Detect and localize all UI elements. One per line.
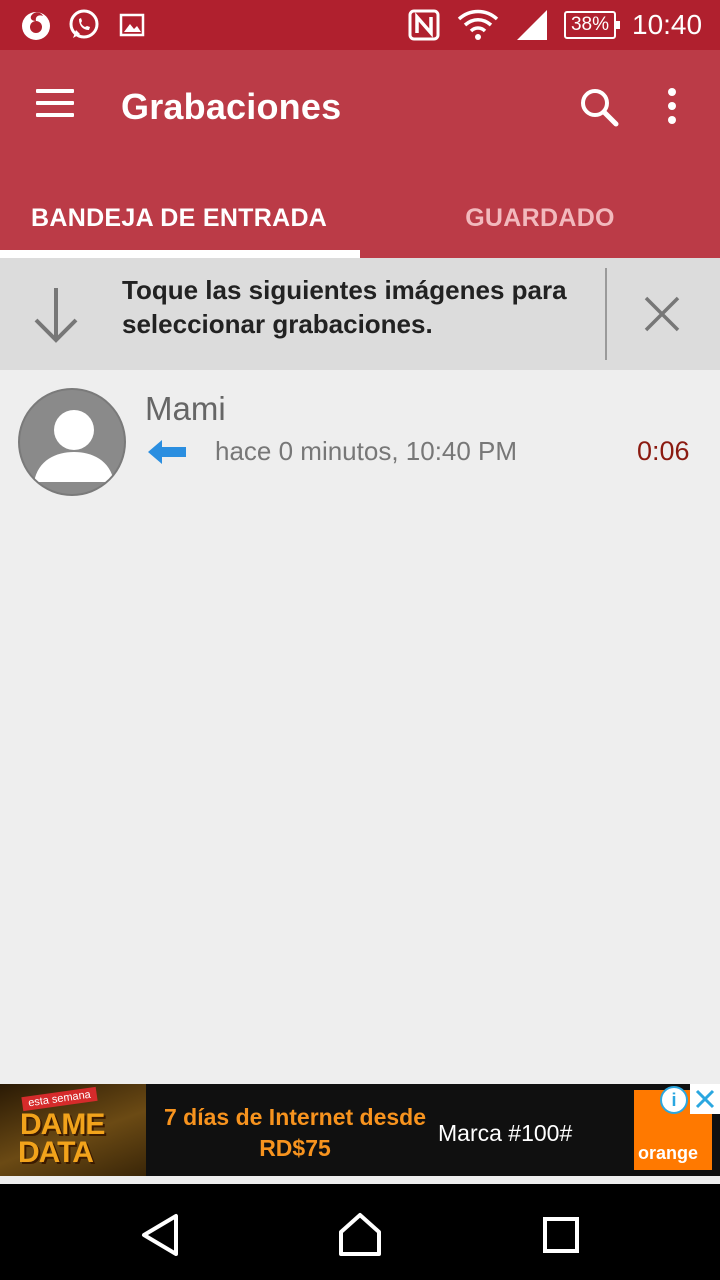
recording-list-item[interactable]: Mami hace 0 minutos, 10:40 PM 0:06 xyxy=(0,370,720,510)
tab-inbox[interactable]: BANDEJA DE ENTRADA xyxy=(0,178,360,258)
whatsapp-icon xyxy=(66,8,102,42)
more-vert-icon xyxy=(668,88,676,124)
gallery-icon xyxy=(118,8,146,42)
recording-duration: 0:06 xyxy=(637,436,690,466)
navigation-bar xyxy=(0,1184,720,1280)
hint-banner: Toque las siguientes imágenes para selec… xyxy=(0,258,720,370)
ad-spacer xyxy=(0,1176,720,1184)
ad-tagline[interactable]: Marca #100# xyxy=(438,1120,572,1147)
ad-promo-line2: DATA xyxy=(18,1136,94,1169)
incoming-call-arrow-icon xyxy=(146,438,188,466)
close-icon xyxy=(695,1089,715,1109)
recents-button[interactable] xyxy=(536,1210,586,1260)
search-button[interactable] xyxy=(576,84,626,130)
nfc-icon xyxy=(406,8,442,42)
status-bar: 38% 10:40 xyxy=(0,0,720,50)
tab-saved[interactable]: GUARDADO xyxy=(360,178,720,258)
back-icon xyxy=(142,1214,178,1256)
tab-indicator xyxy=(0,250,360,258)
ad-banner[interactable]: esta semana DAME DATA 7 días de Internet… xyxy=(0,1084,720,1176)
home-button[interactable] xyxy=(335,1210,385,1260)
dismiss-hint-button[interactable] xyxy=(640,292,684,336)
menu-button[interactable] xyxy=(32,86,80,126)
contact-name: Mami xyxy=(145,390,226,427)
firefox-icon xyxy=(18,8,54,42)
divider xyxy=(605,268,607,360)
more-options-button[interactable] xyxy=(656,84,688,130)
recents-icon xyxy=(543,1217,579,1253)
page-title: Grabaciones xyxy=(121,86,342,127)
ad-close-button[interactable] xyxy=(690,1084,720,1114)
home-icon xyxy=(339,1213,381,1256)
close-icon xyxy=(644,296,680,332)
ad-brand-name: orange xyxy=(638,1143,699,1163)
arrow-down-icon xyxy=(30,284,82,346)
wifi-icon xyxy=(456,8,500,42)
ad-info-icon[interactable]: i xyxy=(660,1086,688,1114)
clock: 10:40 xyxy=(632,9,703,40)
app-bar: Grabaciones BANDEJA DE ENTRADA GUARDADO xyxy=(0,50,720,258)
search-icon xyxy=(581,89,619,127)
hint-text: Toque las siguientes imágenes para selec… xyxy=(122,275,567,339)
battery-indicator: 38% xyxy=(564,11,620,39)
back-button[interactable] xyxy=(136,1210,186,1260)
ad-headline[interactable]: 7 días de Internet desde RD$75 xyxy=(160,1102,430,1164)
ad-image[interactable]: esta semana DAME DATA xyxy=(0,1084,146,1176)
recording-time: hace 0 minutos, 10:40 PM xyxy=(215,436,518,466)
person-icon xyxy=(34,410,114,482)
signal-icon xyxy=(514,8,550,42)
menu-icon xyxy=(36,89,74,93)
avatar[interactable] xyxy=(18,388,126,496)
